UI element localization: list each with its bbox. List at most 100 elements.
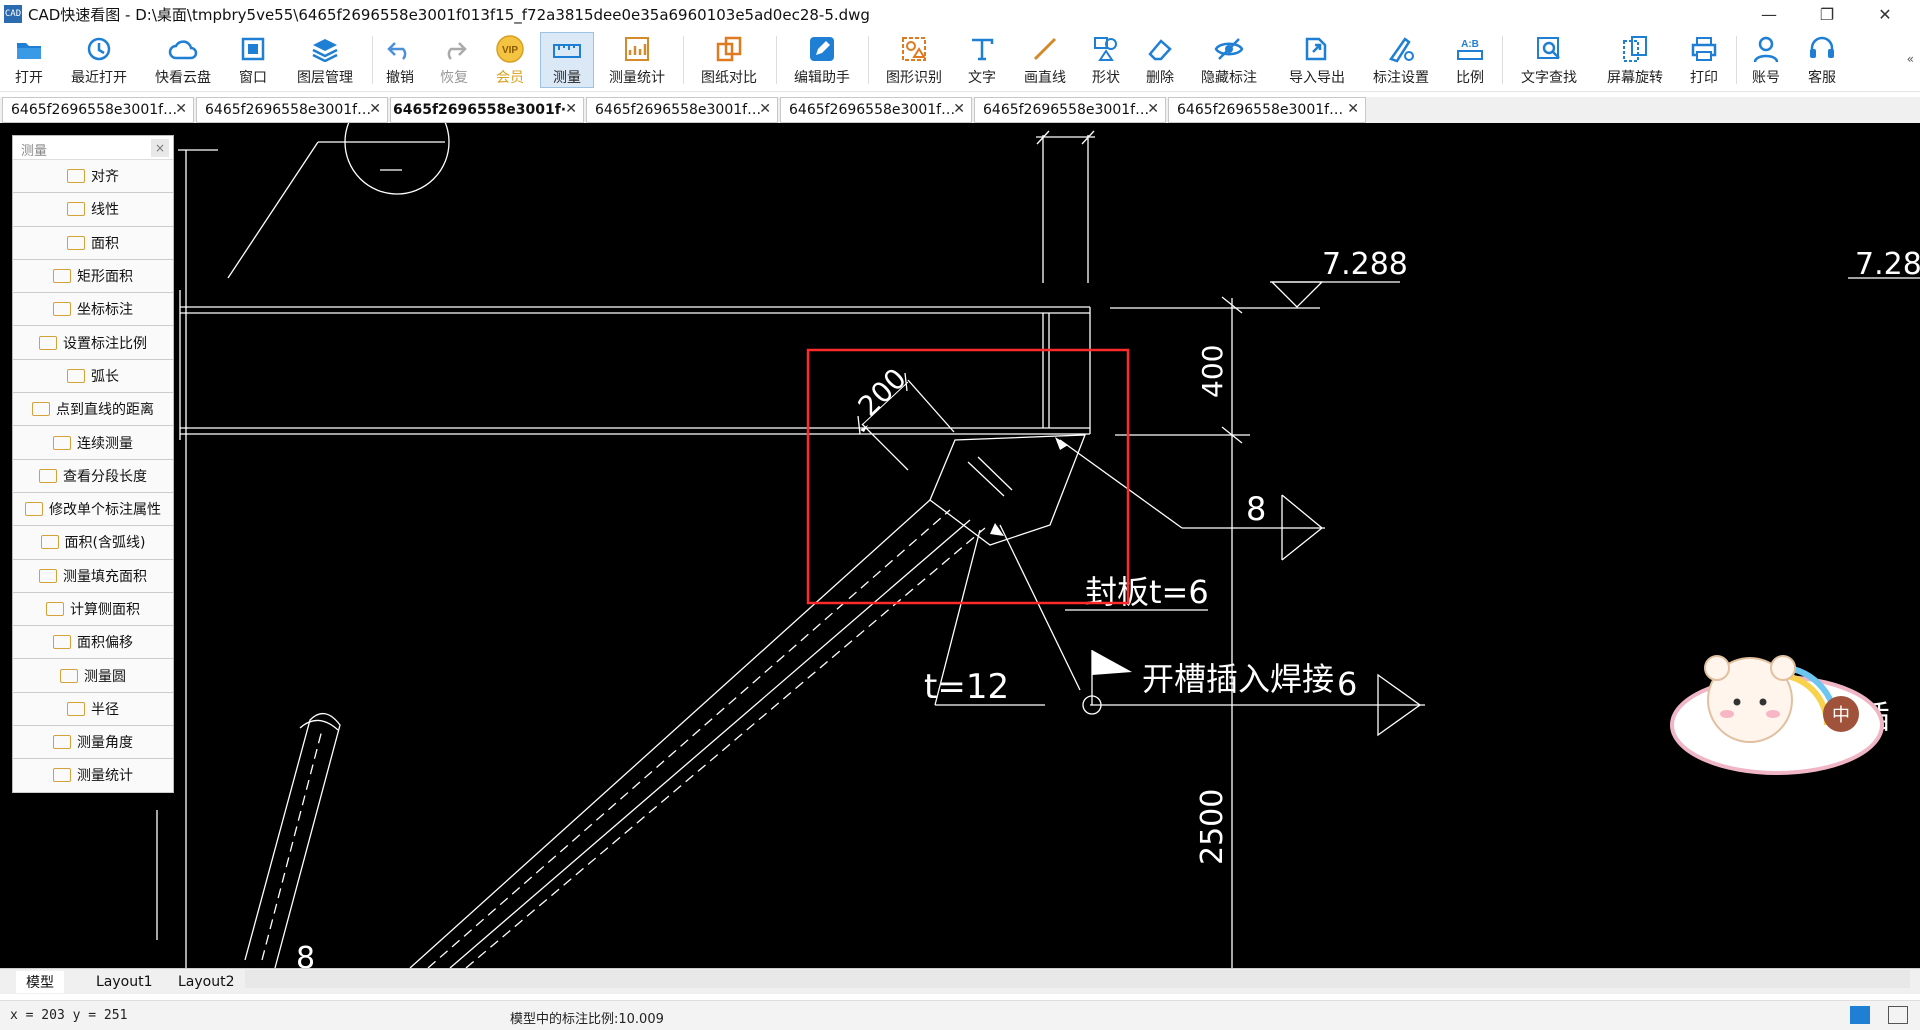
close-tab-icon[interactable]: ✕	[175, 101, 187, 117]
shape-button[interactable]: 形状	[1084, 32, 1128, 88]
close-tab-icon[interactable]: ✕	[1347, 101, 1359, 117]
close-tab-icon[interactable]: ✕	[759, 101, 771, 117]
import-export-icon	[1302, 34, 1332, 64]
measure-statistics-button[interactable]: 测量统计	[13, 759, 173, 793]
line-icon	[1030, 34, 1060, 64]
measure-linear-button[interactable]: 线性	[13, 193, 173, 227]
arc-length-button[interactable]: 弧长	[13, 359, 173, 394]
window-button[interactable]: 窗口	[228, 32, 278, 88]
tab-layout1[interactable]: Layout1	[86, 971, 163, 993]
segment-length-button[interactable]: 查看分段长度	[13, 459, 173, 493]
radius-button[interactable]: 半径	[13, 692, 173, 727]
restore-button[interactable]: ❐	[1798, 0, 1856, 28]
minimize-button[interactable]: —	[1740, 0, 1798, 28]
print-icon	[1689, 34, 1719, 64]
continuous-measure-button[interactable]: 连续测量	[13, 426, 173, 460]
point-to-line-button[interactable]: 点到直线的距离	[13, 393, 173, 427]
mascot-widget[interactable]: 中	[1665, 630, 1887, 780]
toolbar-separator	[1736, 36, 1737, 84]
rotate-screen-button[interactable]: 屏幕旋转	[1598, 32, 1672, 88]
area-with-arc-button[interactable]: 面积(含弧线)	[13, 526, 173, 560]
vip-icon: VIP	[495, 34, 525, 64]
delete-button[interactable]: 删除	[1138, 32, 1182, 88]
panel-toggle-icon[interactable]	[1888, 1006, 1908, 1024]
measure-area-button[interactable]: 面积	[13, 226, 173, 260]
document-tab[interactable]: 6465f2696558e3001f… ✕	[2, 97, 194, 123]
draw-line-button[interactable]: 画直线	[1014, 32, 1076, 88]
import-export-button[interactable]: 导入导出	[1280, 32, 1354, 88]
measure-panel-header: 测量 ×	[13, 136, 173, 160]
measure-rect-area-button[interactable]: 矩形面积	[13, 259, 173, 294]
undo-button[interactable]: 撤销	[378, 32, 422, 88]
close-panel-icon[interactable]: ×	[151, 139, 169, 157]
point-line-icon	[32, 402, 50, 417]
cloud-icon	[168, 34, 198, 64]
measure-align-button[interactable]: 对齐	[13, 160, 173, 194]
measure-stats-icon	[622, 34, 652, 64]
modify-annotation-button[interactable]: 修改单个标注属性	[13, 492, 173, 527]
close-tab-icon[interactable]: ✕	[369, 101, 381, 117]
weld-size-text: 8	[1246, 490, 1266, 528]
recent-button[interactable]: 最近打开	[62, 32, 136, 88]
svg-text:中: 中	[1832, 705, 1850, 726]
plate-label-text: 封板t=6	[1085, 573, 1209, 611]
document-tab[interactable]: 6465f2696558e3001f… ✕	[1168, 97, 1366, 123]
text-search-icon	[1534, 34, 1564, 64]
measure-angle-button[interactable]: 测量角度	[13, 726, 173, 760]
toolbar-more-button[interactable]: «	[1907, 52, 1914, 66]
hide-annotation-button[interactable]: 隐藏标注	[1192, 32, 1266, 88]
side-area-button[interactable]: 计算侧面积	[13, 592, 173, 627]
scale-button[interactable]: A:B 比例	[1448, 32, 1492, 88]
horizontal-scrollbar[interactable]	[245, 970, 1910, 988]
open-button[interactable]: 打开	[4, 32, 54, 88]
measure-stats-button[interactable]: 测量统计	[600, 32, 674, 88]
redo-button[interactable]: 恢复	[432, 32, 476, 88]
shape-recognition-button[interactable]: 图形识别	[877, 32, 951, 88]
statistics-icon	[53, 768, 71, 783]
tab-model[interactable]: 模型	[16, 971, 64, 993]
document-tab[interactable]: 6465f2696558e3001f… ✕	[780, 97, 972, 123]
highlight-rectangle	[806, 348, 1130, 605]
window-title: CAD快速看图 - D:\桌面\tmpbry5ve55\6465f2696558…	[28, 5, 870, 24]
cursor-coordinates: x = 203 y = 251	[10, 1008, 128, 1023]
title-bar: CAD CAD快速看图 - D:\桌面\tmpbry5ve55\6465f269…	[0, 0, 1920, 28]
document-tab[interactable]: 6465f2696558e3001f… ✕	[586, 97, 778, 123]
tab-layout2[interactable]: Layout2	[168, 971, 245, 993]
compare-icon	[714, 34, 744, 64]
close-window-button[interactable]: ✕	[1856, 0, 1914, 28]
drawing-canvas[interactable]: 7.288 7.28 400 200 2500 8 封板t=6 t=12 开槽插…	[0, 123, 1920, 968]
support-button[interactable]: 客服	[1800, 32, 1844, 88]
layers-button[interactable]: 图层管理	[288, 32, 362, 88]
text-button[interactable]: 文字	[960, 32, 1004, 88]
snap-toggle-icon[interactable]	[1850, 1006, 1870, 1024]
cloud-button[interactable]: 快看云盘	[146, 32, 220, 88]
vip-button[interactable]: VIP 会员	[488, 32, 532, 88]
area-offset-button[interactable]: 面积偏移	[13, 626, 173, 660]
close-tab-icon[interactable]: ✕	[953, 101, 965, 117]
measure-panel-title: 测量	[21, 144, 48, 159]
text-icon	[967, 34, 997, 64]
text-search-button[interactable]: 文字查找	[1512, 32, 1586, 88]
annotation-settings-button[interactable]: 标注设置	[1364, 32, 1438, 88]
dimension-text: 2500	[1195, 789, 1230, 865]
document-tab-active[interactable]: 6465f2696558e3001f· ✕	[390, 97, 584, 123]
document-tab[interactable]: 6465f2696558e3001f… ✕	[974, 97, 1166, 123]
edit-assistant-button[interactable]: 编辑助手	[785, 32, 859, 88]
thickness-text: t=12	[924, 667, 1009, 707]
document-tab[interactable]: 6465f2696558e3001f… ✕	[196, 97, 388, 123]
compare-button[interactable]: 图纸对比	[692, 32, 766, 88]
measure-button[interactable]: 测量	[540, 32, 594, 88]
slot-weld-text: 开槽插入焊接	[1142, 660, 1334, 698]
coordinate-annotation-button[interactable]: 坐标标注	[13, 293, 173, 327]
app-icon: CAD	[4, 5, 22, 23]
edit-assistant-icon	[807, 34, 837, 64]
rect-area-icon	[53, 269, 71, 284]
account-button[interactable]: 账号	[1744, 32, 1788, 88]
set-annotation-scale-button[interactable]: 设置标注比例	[13, 326, 173, 360]
print-button[interactable]: 打印	[1682, 32, 1726, 88]
close-tab-icon[interactable]: ✕	[1147, 101, 1159, 117]
fill-area-button[interactable]: 测量填充面积	[13, 559, 173, 593]
close-tab-icon[interactable]: ✕	[565, 101, 577, 117]
radius-icon	[67, 701, 85, 716]
measure-circle-button[interactable]: 测量圆	[13, 659, 173, 693]
